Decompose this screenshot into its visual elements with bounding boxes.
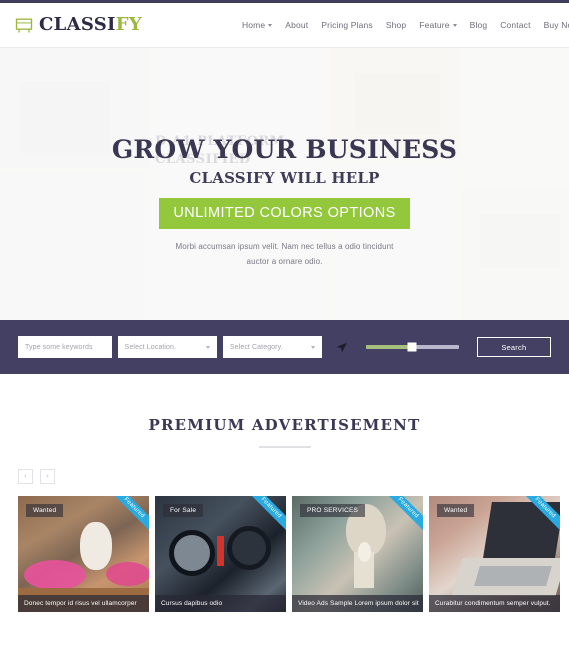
slider-handle[interactable] [407,342,417,352]
ad-badge: Wanted [437,504,475,517]
nav-label: About [285,20,309,30]
search-button[interactable]: Search [476,337,551,357]
chevron-down-icon [311,345,316,349]
chevron-down-icon [205,345,210,349]
hero-banner: D A1 PLATFORM CLASSIFIED GROW YOUR BUSIN… [0,48,569,320]
location-arrow-icon [336,342,347,352]
hero-heading: GROW YOUR BUSINESS [111,135,458,164]
hero-cta-button[interactable]: UNLIMITED COLORS OPTIONS [159,197,410,229]
ad-card[interactable]: Featured PRO SERVICES Video Ads Sample L… [292,496,423,612]
nav-label: Pricing Plans [321,20,373,30]
premium-advertisement-section: PREMIUM ADVERTISEMENT ‹ › Featured Wante… [0,374,569,612]
section-title: PREMIUM ADVERTISEMENT [148,416,421,434]
nav-label: Buy Now [543,20,569,30]
logo-text-primary: CLASSI [39,14,116,35]
nav-label: Blog [469,20,488,30]
ad-caption: Curabitur condimentum semper vulput. [429,595,560,612]
ad-caption: Video Ads Sample Lorem ipsum dolor sit [292,595,423,612]
nav-item-home[interactable]: Home [242,20,273,30]
search-keyword-placeholder: Type some keywords [25,343,93,351]
ad-caption: Donec tempor id risus vel ullamcorper [18,595,149,612]
ad-badge: For Sale [163,504,204,517]
carousel-prev-button[interactable]: ‹ [18,469,33,484]
site-logo[interactable]: CLASSIFY [14,15,142,35]
hero-subheading: CLASSIFY WILL HELP [189,168,380,187]
nav-item-about[interactable]: About [285,20,308,30]
carousel-next-button[interactable]: › [40,469,55,484]
category-select[interactable]: Select Category. [222,336,323,358]
chevron-down-icon [452,23,457,27]
nav-item-buy-now[interactable]: Buy Now [544,20,569,30]
location-select-value: Select Location. [124,343,177,351]
ad-caption: Cursus dapibus odio [155,595,286,612]
nav-item-shop[interactable]: Shop [386,20,406,30]
site-header: CLASSIFY Home About Pricing Plans Shop F… [0,3,569,48]
nav-label: Home [242,20,266,30]
price-range-slider[interactable] [366,336,459,358]
ad-badge: Wanted [26,504,64,517]
nav-label: Feature [419,20,450,30]
logo-text-accent: FY [115,14,143,35]
geolocation-button[interactable] [328,336,354,358]
hero-paragraph-line-1: Morbi accumsan ipsum velit. Nam nec tell… [175,241,394,251]
shop-awning-icon [15,18,33,33]
nav-item-pricing-plans[interactable]: Pricing Plans [321,20,373,30]
location-select[interactable]: Select Location. [117,336,217,358]
category-select-value: Select Category. [229,343,283,351]
nav-item-feature[interactable]: Feature [419,20,457,30]
hero-content: GROW YOUR BUSINESS CLASSIFY WILL HELP UN… [0,135,569,270]
nav-item-contact[interactable]: Contact [500,20,530,30]
search-keyword-input[interactable]: Type some keywords [18,336,112,358]
carousel-navigation: ‹ › [0,448,569,484]
nav-item-blog[interactable]: Blog [470,20,488,30]
chevron-down-icon [268,23,273,27]
ad-badge: PRO SERVICES [300,504,366,517]
nav-label: Shop [385,20,407,30]
logo-text: CLASSIFY [39,16,142,34]
advertisement-card-list: Featured Wanted Donec tempor id risus ve… [0,484,569,612]
chevron-left-icon: ‹ [24,473,27,480]
main-navigation: Home About Pricing Plans Shop Feature Bl… [242,20,569,30]
ad-card[interactable]: Featured Wanted Donec tempor id risus ve… [18,496,149,612]
hero-paragraph: Morbi accumsan ipsum velit. Nam nec tell… [0,240,569,270]
ad-card[interactable]: Featured Wanted Curabitur condimentum se… [429,496,560,612]
nav-label: Contact [500,20,531,30]
ad-card[interactable]: Featured For Sale Cursus dapibus odio [155,496,286,612]
chevron-right-icon: › [46,473,49,480]
hero-paragraph-line-2: auctor a ornare odio. [246,256,323,266]
slider-fill [366,345,413,349]
search-bar: Type some keywords Select Location. Sele… [0,320,569,374]
